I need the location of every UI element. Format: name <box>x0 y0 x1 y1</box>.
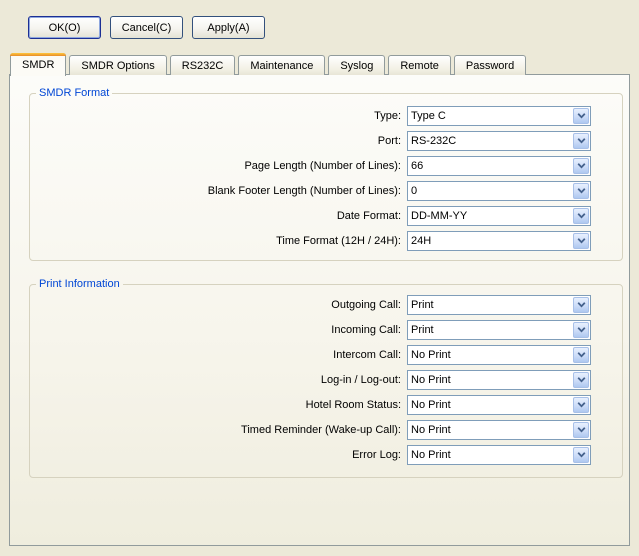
dropdown-button[interactable] <box>573 347 589 363</box>
form-row: Hotel Room Status: No Print <box>40 395 591 415</box>
page-length-select[interactable]: 66 <box>407 156 591 176</box>
selected-value: No Print <box>408 421 572 439</box>
chevron-down-icon <box>577 327 586 333</box>
field-label: Date Format: <box>40 210 407 222</box>
field-label: Log-in / Log-out: <box>40 374 407 386</box>
selected-value: 24H <box>408 232 572 250</box>
dropdown-button[interactable] <box>573 158 589 174</box>
port-select[interactable]: RS-232C <box>407 131 591 151</box>
selected-value: Type C <box>408 107 572 125</box>
form-row: Incoming Call: Print <box>40 320 591 340</box>
field-label: Error Log: <box>40 449 407 461</box>
chevron-down-icon <box>577 427 586 433</box>
tab-syslog[interactable]: Syslog <box>328 55 385 75</box>
selected-value: RS-232C <box>408 132 572 150</box>
dropdown-button[interactable] <box>573 297 589 313</box>
smdr-settings-dialog: { "toolbar": { "ok_label": "OK(O)", "can… <box>0 0 639 556</box>
form-row: Log-in / Log-out: No Print <box>40 370 591 390</box>
selected-value: No Print <box>408 371 572 389</box>
hotel-room-status-select[interactable]: No Print <box>407 395 591 415</box>
field-label: Hotel Room Status: <box>40 399 407 411</box>
smdr-tab-page: SMDR Format Print Information Type: Type… <box>9 74 630 546</box>
field-label: Port: <box>40 135 407 147</box>
form-row: Date Format: DD-MM-YY <box>40 206 591 226</box>
type-select[interactable]: Type C <box>407 106 591 126</box>
form-row: Intercom Call: No Print <box>40 345 591 365</box>
tab-remote[interactable]: Remote <box>388 55 451 75</box>
date-format-select[interactable]: DD-MM-YY <box>407 206 591 226</box>
form-row: Blank Footer Length (Number of Lines): 0 <box>40 181 591 201</box>
selected-value: Print <box>408 321 572 339</box>
dropdown-button[interactable] <box>573 233 589 249</box>
timed-reminder-select[interactable]: No Print <box>407 420 591 440</box>
field-label: Page Length (Number of Lines): <box>40 160 407 172</box>
field-label: Outgoing Call: <box>40 299 407 311</box>
login-logout-select[interactable]: No Print <box>407 370 591 390</box>
field-label: Intercom Call: <box>40 349 407 361</box>
dropdown-button[interactable] <box>573 208 589 224</box>
tab-strip: SMDR SMDR Options RS232C Maintenance Sys… <box>10 52 529 75</box>
group-title: SMDR Format <box>36 87 112 99</box>
tab-smdr[interactable]: SMDR <box>10 53 66 76</box>
field-label: Time Format (12H / 24H): <box>40 235 407 247</box>
tab-password[interactable]: Password <box>454 55 526 75</box>
form-row: Outgoing Call: Print <box>40 295 591 315</box>
dropdown-button[interactable] <box>573 183 589 199</box>
chevron-down-icon <box>577 188 586 194</box>
field-label: Blank Footer Length (Number of Lines): <box>40 185 407 197</box>
field-label: Timed Reminder (Wake-up Call): <box>40 424 407 436</box>
selected-value: 66 <box>408 157 572 175</box>
dropdown-button[interactable] <box>573 397 589 413</box>
chevron-down-icon <box>577 138 586 144</box>
selected-value: No Print <box>408 446 572 464</box>
blank-footer-length-select[interactable]: 0 <box>407 181 591 201</box>
selected-value: No Print <box>408 346 572 364</box>
dropdown-button[interactable] <box>573 447 589 463</box>
dropdown-button[interactable] <box>573 322 589 338</box>
apply-button[interactable]: Apply(A) <box>192 16 265 39</box>
cancel-button[interactable]: Cancel(C) <box>110 16 183 39</box>
form-row: Time Format (12H / 24H): 24H <box>40 231 591 251</box>
outgoing-call-select[interactable]: Print <box>407 295 591 315</box>
field-label: Type: <box>40 110 407 122</box>
intercom-call-select[interactable]: No Print <box>407 345 591 365</box>
error-log-select[interactable]: No Print <box>407 445 591 465</box>
dropdown-button[interactable] <box>573 133 589 149</box>
form-row: Type: Type C <box>40 106 591 126</box>
chevron-down-icon <box>577 238 586 244</box>
form-row: Page Length (Number of Lines): 66 <box>40 156 591 176</box>
chevron-down-icon <box>577 302 586 308</box>
tab-smdr-options[interactable]: SMDR Options <box>69 55 166 75</box>
chevron-down-icon <box>577 113 586 119</box>
form-row: Error Log: No Print <box>40 445 591 465</box>
dropdown-button[interactable] <box>573 422 589 438</box>
selected-value: DD-MM-YY <box>408 207 572 225</box>
chevron-down-icon <box>577 213 586 219</box>
chevron-down-icon <box>577 452 586 458</box>
incoming-call-select[interactable]: Print <box>407 320 591 340</box>
time-format-select[interactable]: 24H <box>407 231 591 251</box>
tab-rs232c[interactable]: RS232C <box>170 55 236 75</box>
selected-value: No Print <box>408 396 572 414</box>
group-title: Print Information <box>36 278 123 290</box>
chevron-down-icon <box>577 402 586 408</box>
ok-button[interactable]: OK(O) <box>28 16 101 39</box>
form-row: Port: RS-232C <box>40 131 591 151</box>
dropdown-button[interactable] <box>573 108 589 124</box>
selected-value: Print <box>408 296 572 314</box>
dropdown-button[interactable] <box>573 372 589 388</box>
chevron-down-icon <box>577 163 586 169</box>
field-label: Incoming Call: <box>40 324 407 336</box>
form-row: Timed Reminder (Wake-up Call): No Print <box>40 420 591 440</box>
chevron-down-icon <box>577 377 586 383</box>
selected-value: 0 <box>408 182 572 200</box>
tab-maintenance[interactable]: Maintenance <box>238 55 325 75</box>
chevron-down-icon <box>577 352 586 358</box>
